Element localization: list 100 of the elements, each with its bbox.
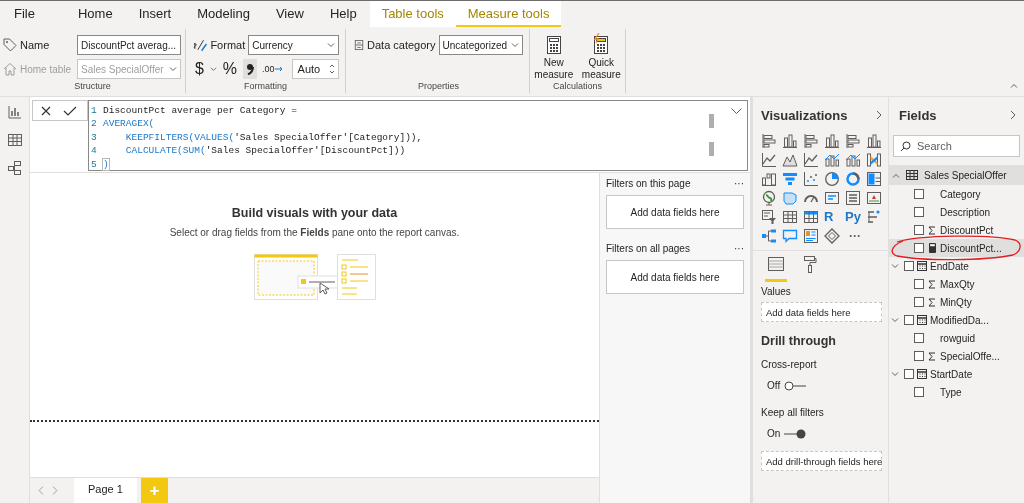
combo-chart-icon[interactable] xyxy=(845,152,861,168)
field-checkbox[interactable] xyxy=(914,387,924,397)
data-category-icon xyxy=(354,38,365,52)
field-item[interactable]: Description xyxy=(889,203,1024,221)
treemap-icon[interactable] xyxy=(866,171,882,187)
card-icon[interactable] xyxy=(824,190,840,206)
fields-tab[interactable] xyxy=(765,255,787,282)
scatter-chart-icon[interactable] xyxy=(803,171,819,187)
matrix-icon[interactable] xyxy=(803,209,819,225)
field-checkbox[interactable] xyxy=(914,333,924,343)
values-drop-zone[interactable]: Add data fields here xyxy=(761,302,882,322)
field-checkbox[interactable] xyxy=(914,243,924,253)
format-dropdown[interactable]: Currency xyxy=(248,35,339,55)
waterfall-chart-icon[interactable] xyxy=(761,171,777,187)
filter-drop-zone[interactable]: Add data fields here xyxy=(606,260,744,294)
ribbon-tab[interactable]: File xyxy=(6,1,65,27)
formula-editor[interactable]: 1 DiscountPct average per Category = 2 AVERAGEX( 3 KEEPFILTERS(VALUES('Sales SpecialOffer'[Category])), 4 CALCULATE(SUM('Sales SpecialOffer'[DiscountPct])) 5 ) xyxy=(88,100,748,171)
table-icon[interactable] xyxy=(782,209,798,225)
name-field[interactable]: DiscountPct averag... xyxy=(77,35,181,55)
expand-chevron-icon[interactable] xyxy=(730,108,742,114)
spinner-icon[interactable] xyxy=(329,63,335,75)
checkmark-icon[interactable] xyxy=(63,105,77,116)
ribbon-tab[interactable]: Modeling xyxy=(184,1,263,27)
field-item[interactable]: MaxQty xyxy=(889,275,1024,293)
model-view-icon[interactable] xyxy=(7,161,22,175)
scrollbar-thumb[interactable] xyxy=(708,114,714,128)
script-visual-button[interactable]: R xyxy=(824,209,844,225)
report-view-icon[interactable] xyxy=(7,105,22,119)
field-item[interactable]: EndDate xyxy=(889,257,1024,275)
field-checkbox[interactable] xyxy=(914,279,924,289)
diamond-icon[interactable] xyxy=(824,228,840,244)
field-checkbox[interactable] xyxy=(904,369,914,379)
bar-chart-icon[interactable] xyxy=(761,133,777,149)
toggle-switch[interactable] xyxy=(784,428,807,439)
line-chart-icon[interactable] xyxy=(761,152,777,168)
field-item[interactable]: DiscountPct... xyxy=(889,239,1024,257)
narrative-icon[interactable] xyxy=(803,228,819,244)
field-item[interactable]: DiscountPct xyxy=(889,221,1024,239)
scrollbar-thumb[interactable] xyxy=(708,142,714,156)
kpi-icon[interactable] xyxy=(866,190,882,206)
field-checkbox[interactable] xyxy=(914,207,924,217)
field-checkbox[interactable] xyxy=(914,225,924,235)
pie-chart-icon[interactable] xyxy=(824,171,840,187)
slicer-icon[interactable] xyxy=(761,209,777,225)
globe-icon[interactable] xyxy=(761,190,777,206)
decimal-button[interactable]: .00 xyxy=(260,59,285,79)
bar-chart-icon[interactable] xyxy=(845,133,861,149)
drill-through-drop-zone[interactable]: Add drill-through fields here xyxy=(761,451,882,471)
bar-chart-icon[interactable] xyxy=(803,133,819,149)
chevron-right-icon[interactable] xyxy=(876,110,882,120)
column-chart-icon[interactable] xyxy=(782,133,798,149)
new-measure-button[interactable]: New measure xyxy=(532,33,576,81)
data-category-dropdown[interactable]: Uncategorized xyxy=(438,35,523,55)
column-chart-icon[interactable] xyxy=(824,133,840,149)
ribbon-tab[interactable]: Help xyxy=(316,1,370,27)
field-checkbox[interactable] xyxy=(904,261,914,271)
quick-measure-button[interactable]: Quick measure xyxy=(579,33,623,81)
column-chart-icon[interactable] xyxy=(866,133,882,149)
line-chart-icon[interactable] xyxy=(803,152,819,168)
close-icon[interactable] xyxy=(41,105,51,116)
multi-row-card-icon[interactable] xyxy=(845,190,861,206)
field-checkbox[interactable] xyxy=(914,351,924,361)
ribbon-tab[interactable]: Home xyxy=(64,1,126,27)
more-options-button[interactable]: ··· xyxy=(734,243,744,254)
field-checkbox[interactable] xyxy=(914,297,924,307)
field-item[interactable]: Type xyxy=(889,383,1024,401)
page-tab[interactable]: Page 1 xyxy=(74,478,137,503)
decomposition-tree-icon[interactable] xyxy=(761,228,777,244)
ribbon-tab[interactable]: Measure tools xyxy=(455,1,562,27)
area-chart-icon[interactable] xyxy=(782,152,798,168)
filter-drop-zone[interactable]: Add data fields here xyxy=(606,195,744,229)
more-visuals-button[interactable]: ··· xyxy=(845,228,865,244)
table-node[interactable]: Sales SpecialOffer xyxy=(889,165,1024,185)
ribbon-tab[interactable]: View xyxy=(262,1,317,27)
ribbon-tab[interactable]: Insert xyxy=(125,1,185,27)
more-options-button[interactable]: ··· xyxy=(734,178,744,189)
script-visual-button[interactable]: Py xyxy=(845,209,865,225)
field-item[interactable]: StartDate xyxy=(889,365,1024,383)
currency-button[interactable]: $ xyxy=(192,59,207,79)
decimal-places-field[interactable]: Auto xyxy=(291,59,339,79)
field-checkbox[interactable] xyxy=(904,315,914,325)
field-item[interactable]: Category xyxy=(889,185,1024,203)
influencers-icon[interactable] xyxy=(866,209,882,225)
field-item[interactable]: MinQty xyxy=(889,293,1024,311)
toggle-switch[interactable] xyxy=(784,380,807,391)
field-item[interactable]: ModifiedDa... xyxy=(889,311,1024,329)
field-item[interactable]: rowguid xyxy=(889,329,1024,347)
percent-button[interactable]: % xyxy=(219,59,241,79)
ribbon-tab[interactable]: Table tools xyxy=(369,1,456,27)
funnel-icon[interactable] xyxy=(782,171,798,187)
search-field[interactable]: Search xyxy=(893,135,1020,157)
field-checkbox[interactable] xyxy=(914,189,924,199)
donut-chart-icon[interactable] xyxy=(845,171,861,187)
ribbon-chart-icon[interactable] xyxy=(866,152,882,168)
speech-bubble-icon[interactable] xyxy=(782,228,798,244)
data-view-icon[interactable] xyxy=(7,133,22,147)
chevron-right-icon[interactable] xyxy=(1010,110,1016,120)
comma-style-button[interactable] xyxy=(243,59,258,79)
combo-chart-icon[interactable] xyxy=(824,152,840,168)
field-item[interactable]: SpecialOffe... xyxy=(889,347,1024,365)
